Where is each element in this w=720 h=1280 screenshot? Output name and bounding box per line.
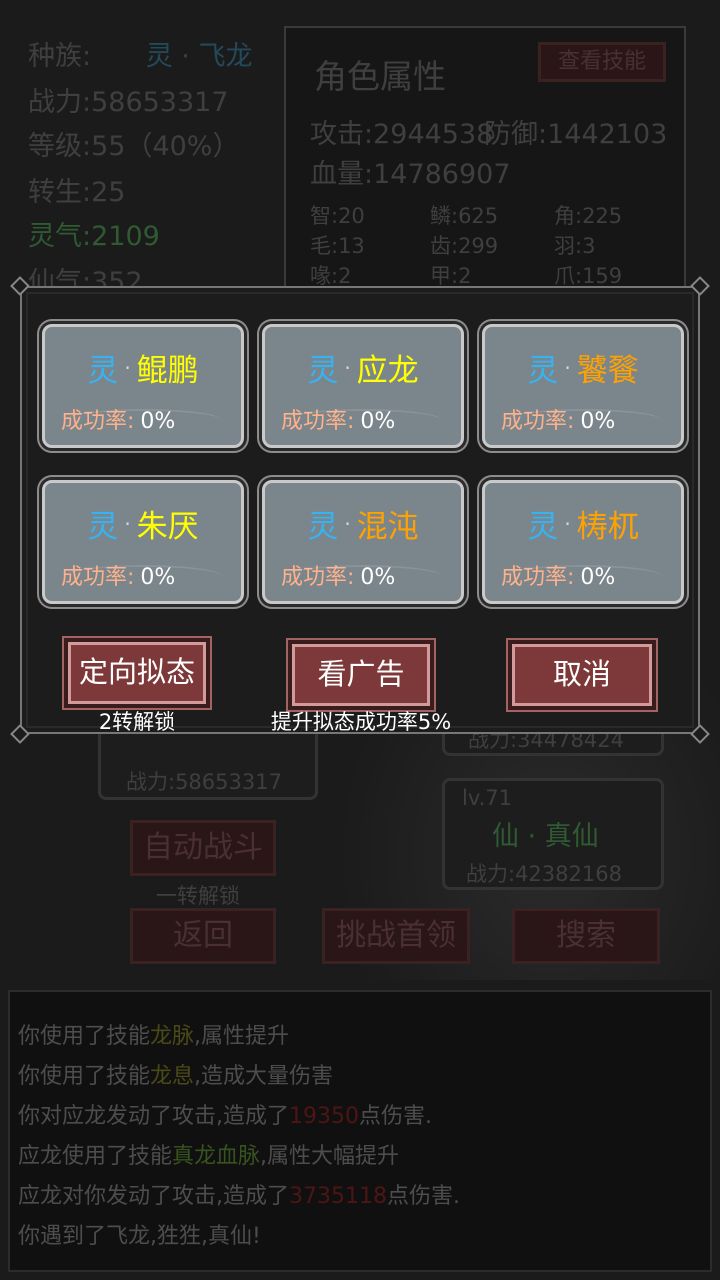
player-card-power: 战力:58653317 xyxy=(126,770,282,794)
power-stat: 战力:58653317 xyxy=(28,87,229,118)
rebirth-stat: 转生:25 xyxy=(28,177,126,208)
card-title: 灵 · 梼杌 xyxy=(527,509,639,545)
hp-stat: 血量:14786907 xyxy=(310,159,511,190)
directed-mimic-unlock-note: 2转解锁 xyxy=(98,710,176,734)
enemy-card-2-power: 战力:42382168 xyxy=(466,862,622,886)
search-button[interactable]: 搜索 xyxy=(512,908,660,964)
watch-ad-button[interactable]: 看广告 xyxy=(292,644,430,706)
mimic-card-kunpeng[interactable]: 灵 · 鲲鹏 成功率: 0% xyxy=(42,324,244,448)
mimic-dialog: 灵 · 鲲鹏 成功率: 0% 灵 · 应龙 成功率: 0% 灵 · 饕餮 成功率: 0% 灵 · 朱厌… xyxy=(10,276,710,744)
mimic-card-yinglong[interactable]: 灵 · 应龙 成功率: 0% xyxy=(262,324,464,448)
log-line: 你对应龙发动了攻击,造成了19350点伤害. xyxy=(18,1104,432,1129)
back-button[interactable]: 返回 xyxy=(130,908,276,964)
stat-lin: 鳞:625 xyxy=(430,204,499,228)
card-success-rate: 成功率: 0% xyxy=(61,565,176,590)
challenge-boss-button[interactable]: 挑战首领 xyxy=(322,908,470,964)
stat-chi: 齿:299 xyxy=(430,234,499,258)
card-title: 灵 · 鲲鹏 xyxy=(87,353,199,389)
stat-mao: 毛:13 xyxy=(310,234,365,258)
mimic-card-taotie[interactable]: 灵 · 饕餮 成功率: 0% xyxy=(482,324,684,448)
auto-battle-button[interactable]: 自动战斗 xyxy=(130,820,276,876)
battle-log: 你使用了技能龙脉,属性提升 你使用了技能龙息,造成大量伤害 你对应龙发动了攻击,… xyxy=(8,990,712,1272)
log-line: 应龙使用了技能真龙血脉,属性大幅提升 xyxy=(18,1144,400,1169)
card-title: 灵 · 饕餮 xyxy=(527,353,639,389)
race-sep: · xyxy=(181,41,190,72)
defense-stat: 防御:1442103 xyxy=(484,119,668,150)
card-success-rate: 成功率: 0% xyxy=(281,409,396,434)
card-title: 灵 · 混沌 xyxy=(307,509,419,545)
mimic-card-zhuyan[interactable]: 灵 · 朱厌 成功率: 0% xyxy=(42,480,244,604)
mimic-card-hundun[interactable]: 灵 · 混沌 成功率: 0% xyxy=(262,480,464,604)
attack-stat: 攻击:2944538 xyxy=(310,119,494,150)
race-name: 飞龙 xyxy=(198,41,253,72)
mimic-card-taowu[interactable]: 灵 · 梼杌 成功率: 0% xyxy=(482,480,684,604)
view-skills-button[interactable]: 查看技能 xyxy=(538,42,666,82)
log-line: 你使用了技能龙息,造成大量伤害 xyxy=(18,1064,334,1089)
card-success-rate: 成功率: 0% xyxy=(61,409,176,434)
race-prefix: 灵 xyxy=(145,41,173,72)
card-title: 灵 · 朱厌 xyxy=(87,509,199,545)
level-stat: 等级:55（40%） xyxy=(28,131,240,162)
log-line: 你使用了技能龙脉,属性提升 xyxy=(18,1024,290,1049)
cancel-button[interactable]: 取消 xyxy=(512,644,652,706)
stat-zhi: 智:20 xyxy=(310,204,365,228)
enemy-card-2-level: lv.71 xyxy=(462,786,513,810)
card-success-rate: 成功率: 0% xyxy=(501,409,616,434)
card-success-rate: 成功率: 0% xyxy=(281,565,396,590)
attributes-title: 角色属性 xyxy=(314,57,446,96)
enemy-card-2-name: 仙 · 真仙 xyxy=(492,821,599,852)
stat-jiao: 角:225 xyxy=(554,204,623,228)
stat-yu: 羽:3 xyxy=(554,234,596,258)
auto-battle-sub: 一转解锁 xyxy=(156,884,240,908)
log-line: 你遇到了飞龙,狌狌,真仙! xyxy=(18,1224,261,1249)
watch-ad-bonus-note: 提升拟态成功率5% xyxy=(270,710,452,734)
spirit-stat: 灵气:2109 xyxy=(28,221,160,252)
race-row: 种族: 灵 · 飞龙 xyxy=(28,34,252,73)
card-title: 灵 · 应龙 xyxy=(307,353,419,389)
race-label: 种族: xyxy=(28,41,92,72)
directed-mimic-button[interactable]: 定向拟态 xyxy=(68,642,206,704)
card-success-rate: 成功率: 0% xyxy=(501,565,616,590)
log-line: 应龙对你发动了攻击,造成了3735118点伤害. xyxy=(18,1184,460,1209)
